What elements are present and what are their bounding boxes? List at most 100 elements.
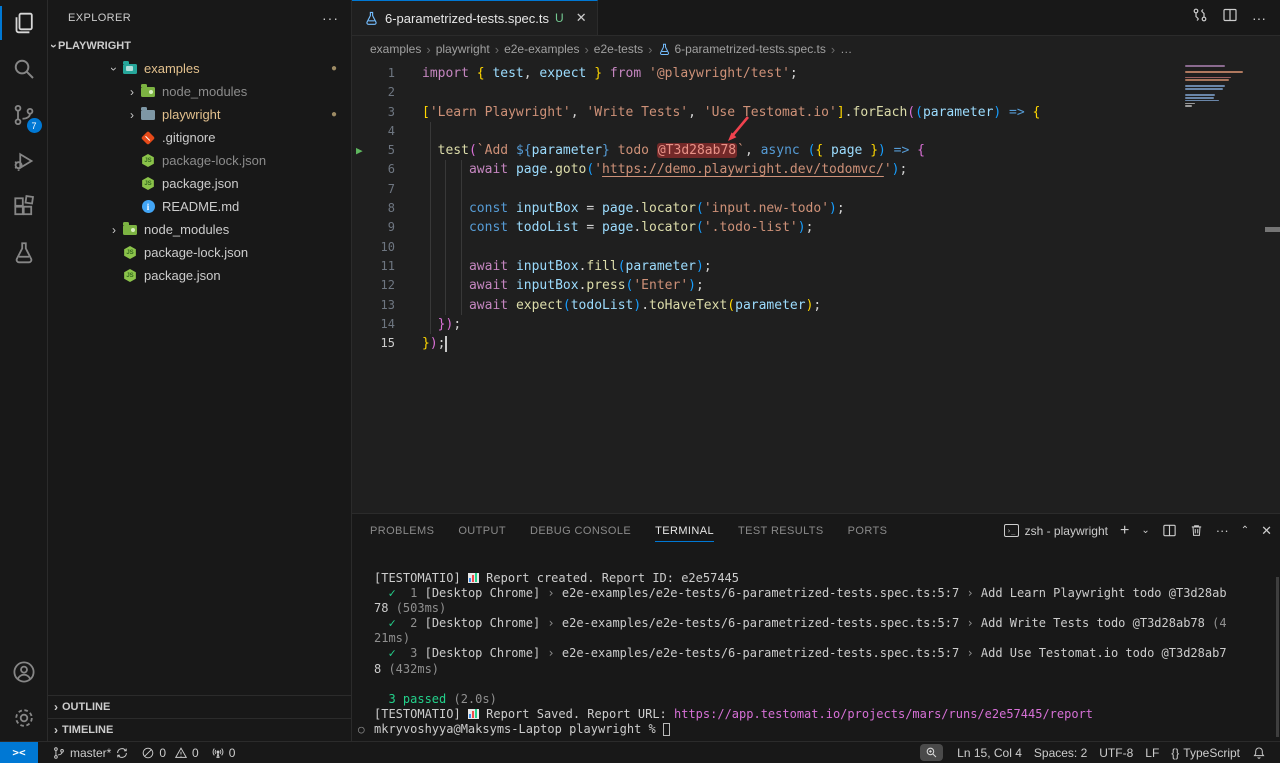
terminal-line: ✓ 2 [Desktop Chrome] › e2e-examples/e2e-… <box>374 616 1280 631</box>
tree-item-package.json[interactable]: JSpackage.json <box>48 172 351 195</box>
breadcrumb-item-1[interactable]: playwright <box>436 42 490 56</box>
command-decoration-icon: ○ <box>358 722 365 737</box>
breadcrumb-item-2[interactable]: e2e-examples <box>504 42 579 56</box>
search-icon[interactable] <box>0 46 48 92</box>
chevron-right-icon: › <box>54 700 58 714</box>
new-terminal-icon[interactable]: + <box>1120 522 1129 540</box>
split-terminal-icon[interactable] <box>1162 523 1177 538</box>
source-control-icon[interactable]: 7 <box>0 92 48 138</box>
line-number: 2 <box>352 83 398 102</box>
terminal-output[interactable]: [TESTOMATIO] Report created. Report ID: … <box>352 547 1280 741</box>
code-line: ['Learn Playwright', 'Write Tests', 'Use… <box>422 103 1180 122</box>
code-line <box>422 122 1180 141</box>
tab-label: 6-parametrized-tests.spec.ts <box>385 11 549 26</box>
run-test-icon[interactable]: ▶ <box>356 141 363 160</box>
vscode-window: 7 EXPLORER ··· <box>0 0 1280 763</box>
explorer-sidebar: EXPLORER ··· › PLAYWRIGHT ›examples●›nod… <box>48 0 352 741</box>
run-debug-icon[interactable] <box>0 138 48 184</box>
terminal-line: 78 (503ms) <box>374 601 1280 616</box>
close-icon[interactable]: ✕ <box>576 10 587 26</box>
tree-item-package-lock.json[interactable]: JSpackage-lock.json <box>48 241 351 264</box>
outline-section[interactable]: › OUTLINE <box>48 695 351 718</box>
terminal-line: [TESTOMATIO] Report created. Report ID: … <box>374 571 1280 586</box>
account-icon[interactable] <box>0 649 48 695</box>
indentation-item[interactable]: Spaces: 2 <box>1028 742 1093 763</box>
breadcrumb-item-0[interactable]: examples <box>370 42 421 56</box>
line-number: 1 <box>352 64 398 83</box>
notifications-bell-icon[interactable] <box>1246 742 1272 763</box>
eol-item[interactable]: LF <box>1139 742 1165 763</box>
maximize-panel-icon[interactable]: ⌃ <box>1241 525 1249 536</box>
line-number: 15 <box>352 334 398 353</box>
file-label: package-lock.json <box>162 153 266 168</box>
code-line: }); <box>422 334 1180 353</box>
branch-icon <box>52 746 66 760</box>
code-line: await inputBox.fill(parameter); <box>422 257 1180 276</box>
more-actions-icon[interactable]: ··· <box>1252 10 1266 26</box>
breadcrumb-item-5[interactable]: … <box>840 42 852 56</box>
terminal-icon: ›_ <box>1004 524 1019 537</box>
tree-item-node_modules[interactable]: ›node_modules <box>48 80 351 103</box>
timeline-section[interactable]: › TIMELINE <box>48 718 351 741</box>
explorer-more-actions-icon[interactable]: ··· <box>322 10 339 26</box>
line-number: 5▶ <box>352 141 398 160</box>
tree-item-node_modules[interactable]: ›node_modules <box>48 218 351 241</box>
folder-icon <box>122 61 138 77</box>
panel-tab-output[interactable]: OUTPUT <box>458 514 506 547</box>
panel-tab-test-results[interactable]: TEST RESULTS <box>738 514 824 547</box>
ports-item[interactable]: 0 <box>205 742 242 763</box>
breadcrumb-item-4[interactable]: 6-parametrized-tests.spec.ts <box>658 42 826 56</box>
tree-item-README.md[interactable]: iREADME.md <box>48 195 351 218</box>
screencast-zoom-icon[interactable] <box>920 744 943 761</box>
tree-item-playwright[interactable]: ›playwright● <box>48 103 351 126</box>
folder-icon <box>122 222 138 238</box>
code-line <box>422 83 1180 102</box>
tree-item-package-lock.json[interactable]: JSpackage-lock.json <box>48 149 351 172</box>
tree-item-package.json[interactable]: JSpackage.json <box>48 264 351 287</box>
tree-item-examples[interactable]: ›examples● <box>48 57 351 80</box>
terminal-session[interactable]: ›_ zsh - playwright <box>1004 524 1108 538</box>
language-mode-item[interactable]: {} TypeScript <box>1165 742 1246 763</box>
terminal-line: ○mkryvoshyya@Maksyms-Laptop playwright % <box>374 722 1280 737</box>
panel-tab-terminal[interactable]: TERMINAL <box>655 514 714 547</box>
minimap[interactable] <box>1185 65 1247 108</box>
settings-gear-icon[interactable] <box>0 695 48 741</box>
code-editor[interactable]: 12345▶6789101112131415 import { test, ex… <box>352 62 1280 513</box>
line-number: 11 <box>352 257 398 276</box>
terminal-dropdown-icon[interactable]: ⌄ <box>1141 525 1149 536</box>
code-line: import { test, expect } from '@playwrigh… <box>422 64 1180 83</box>
split-editor-icon[interactable] <box>1222 7 1238 28</box>
file-label: examples <box>144 61 200 76</box>
breadcrumb-item-3[interactable]: e2e-tests <box>594 42 643 56</box>
git-branch-item[interactable]: master* <box>46 742 135 763</box>
info-file-icon: i <box>140 199 156 215</box>
breadcrumb-separator: › <box>495 42 499 57</box>
editor-gutter: 12345▶6789101112131415 <box>352 64 398 353</box>
breadcrumb-separator: › <box>584 42 588 57</box>
test-flask-icon <box>364 11 379 26</box>
panel-tab-debug-console[interactable]: DEBUG CONSOLE <box>530 514 631 547</box>
tab-6-parametrized-tests[interactable]: 6-parametrized-tests.spec.ts U ✕ <box>352 0 598 35</box>
line-number: 13 <box>352 296 398 315</box>
explorer-icon[interactable] <box>0 0 48 46</box>
panel-tab-ports[interactable]: PORTS <box>848 514 888 547</box>
panel-tab-problems[interactable]: PROBLEMS <box>370 514 434 547</box>
terminal-line: 3 passed (2.0s) <box>374 692 1280 707</box>
terminal-cursor <box>663 723 670 736</box>
remote-indicator[interactable]: >< <box>0 742 38 763</box>
file-label: .gitignore <box>162 130 215 145</box>
line-number: 10 <box>352 238 398 257</box>
project-section-header[interactable]: › PLAYWRIGHT <box>48 35 351 57</box>
panel-more-actions-icon[interactable]: ··· <box>1216 523 1229 538</box>
extensions-icon[interactable] <box>0 184 48 230</box>
close-panel-icon[interactable]: ✕ <box>1261 523 1272 539</box>
open-changes-icon[interactable] <box>1192 7 1208 28</box>
cursor-position-item[interactable]: Ln 15, Col 4 <box>951 742 1028 763</box>
tree-item-.gitignore[interactable]: .gitignore <box>48 126 351 149</box>
problems-item[interactable]: 0 0 <box>135 742 204 763</box>
encoding-item[interactable]: UTF-8 <box>1093 742 1139 763</box>
testing-icon[interactable] <box>0 230 48 276</box>
kill-terminal-icon[interactable] <box>1189 523 1204 538</box>
file-label: package-lock.json <box>144 245 248 260</box>
modified-dot-icon: ● <box>331 63 337 74</box>
